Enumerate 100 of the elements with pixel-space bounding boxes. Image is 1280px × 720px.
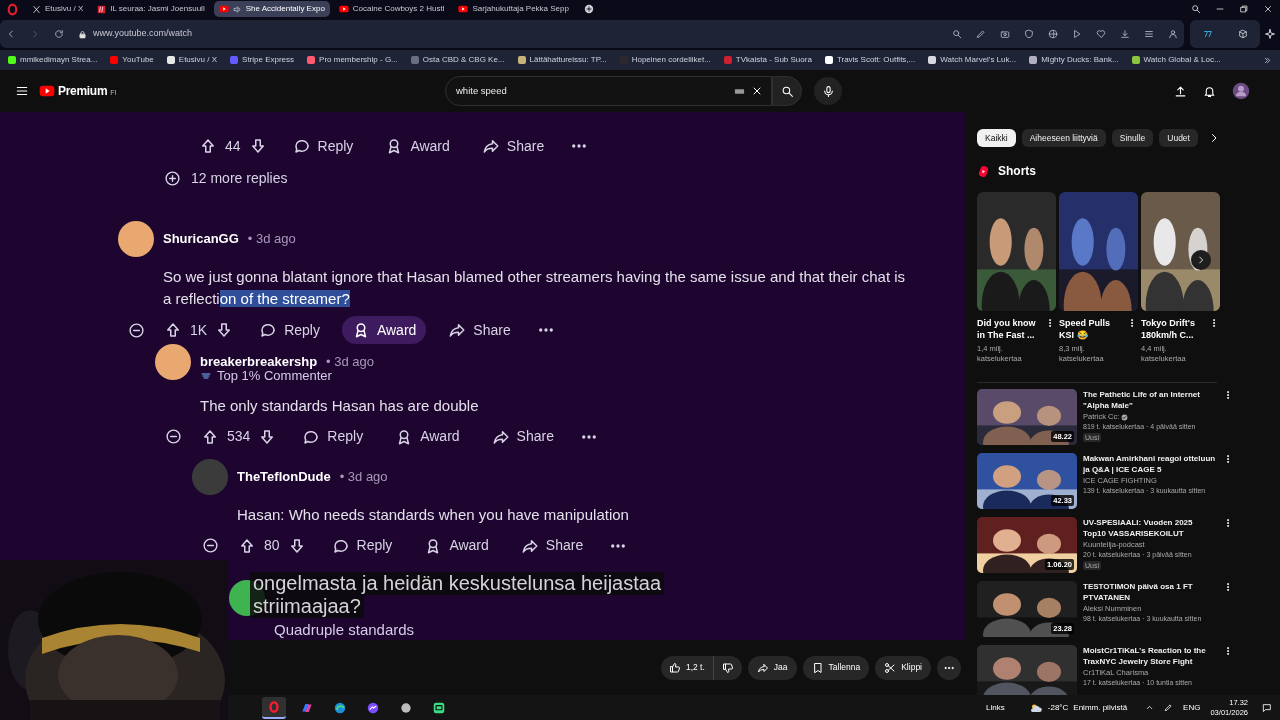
bookmark[interactable]: Watch Marvel's Luk... <box>928 54 1017 66</box>
comment-text: Hasan: Who needs standards when you have manipulation <box>237 504 629 525</box>
filter-chip[interactable]: Aiheeseen liittyviä <box>1021 129 1106 147</box>
bookmark[interactable]: Mighty Ducks: Bank... <box>1029 54 1119 66</box>
username[interactable]: ShuricanGG <box>163 229 239 249</box>
short-title[interactable]: Tokyo Drift's 180km/h C... <box>1141 317 1209 341</box>
edit-icon[interactable] <box>976 29 986 39</box>
video-title[interactable]: The Pathetic Life of an Internet "Alpha Male" <box>1083 389 1217 411</box>
comment-action-button[interactable]: Reply <box>292 422 374 451</box>
video-title[interactable]: MoistCr1TiKaL's Reaction to the TraxNYC Jewelry Store Fight <box>1083 645 1217 667</box>
upvote-icon[interactable] <box>201 427 219 446</box>
language-indicator[interactable]: ENG <box>1183 701 1201 714</box>
upvote-icon[interactable] <box>164 321 182 339</box>
comment-action-button[interactable]: Award <box>385 422 470 451</box>
video-action-button[interactable]: Klippi <box>875 655 931 680</box>
browser-tab[interactable]: Cocaine Cowboys 2 Hustl <box>333 1 450 17</box>
comment-action-button[interactable]: Award <box>341 316 427 344</box>
bookmark[interactable]: Lättähattureissu: TP... <box>517 54 607 66</box>
search-field[interactable]: white speed <box>445 76 772 106</box>
restore-icon[interactable] <box>1239 4 1249 14</box>
expand-icon[interactable] <box>164 169 181 187</box>
bookmark[interactable]: mmikedimayn Strea... <box>8 54 98 66</box>
comment-action-button[interactable]: Reply <box>249 316 330 344</box>
bookmark[interactable]: YouTube <box>110 54 154 66</box>
short-title[interactable]: Did you know in The Fast ... <box>977 317 1045 341</box>
username[interactable]: TheTeflonDude <box>237 466 331 487</box>
username[interactable]: breakerbreakershp <box>200 352 318 372</box>
voice-search-button[interactable] <box>814 77 842 105</box>
bookmark[interactable]: Osta CBD & CBG Ke... <box>410 54 505 66</box>
comment-action-button[interactable]: Reply <box>282 132 364 160</box>
browser-tab[interactable]: Etusivu / X <box>27 1 89 17</box>
speaker-icon[interactable] <box>232 4 242 14</box>
url-text[interactable]: www.youtube.com/watch <box>93 27 193 41</box>
browser-tab[interactable]: Sarjahukuttaja Pekka Sepp <box>453 1 574 17</box>
search-icon[interactable] <box>1191 4 1201 14</box>
person-icon[interactable] <box>1168 29 1178 39</box>
cube-icon[interactable] <box>1237 29 1248 39</box>
close-icon[interactable] <box>1263 4 1273 14</box>
comment-action-button[interactable]: Share <box>481 422 564 451</box>
filter-chip[interactable]: Sinulle <box>1111 129 1154 147</box>
taskbar-app-button[interactable] <box>262 696 286 719</box>
zoom-icon[interactable] <box>952 29 962 39</box>
bookmark-icon <box>811 661 824 674</box>
collapse-icon[interactable] <box>127 321 145 339</box>
bookmark[interactable]: Stripe Express <box>230 54 295 66</box>
download-icon[interactable] <box>1120 29 1130 39</box>
camera-icon[interactable] <box>1000 29 1010 39</box>
caret-up-icon[interactable] <box>1145 703 1155 712</box>
comment-action-button[interactable]: Reply <box>321 531 403 560</box>
comment-action-button[interactable]: Award <box>375 132 460 160</box>
new-tab-icon[interactable] <box>583 4 594 14</box>
sparkle-icon[interactable] <box>1264 28 1276 40</box>
vote-count: 1K <box>190 320 208 340</box>
back-icon[interactable] <box>6 29 16 39</box>
reload-icon[interactable] <box>54 29 64 39</box>
bell-icon[interactable] <box>1203 84 1216 98</box>
upvote-icon[interactable] <box>238 536 256 555</box>
filter-chip[interactable]: Kaikki <box>977 129 1016 147</box>
shield-icon[interactable] <box>1024 29 1034 39</box>
bookmark[interactable]: Hopeinen cordelliket... <box>619 54 711 66</box>
clear-icon[interactable] <box>751 85 763 97</box>
play-icon[interactable] <box>1072 29 1082 39</box>
video-title[interactable]: Makwan Amirkhani reagoi otteluun ja Q&A | ICE CAGE 5 <box>1083 453 1217 475</box>
comment-action-button[interactable]: Award <box>414 531 499 560</box>
lock-icon <box>78 29 87 39</box>
collapse-icon[interactable] <box>201 537 219 554</box>
notification-icon[interactable] <box>1262 702 1272 713</box>
globe-icon[interactable] <box>1048 29 1058 39</box>
avatar-icon[interactable] <box>1232 82 1250 100</box>
menu-icon[interactable] <box>1144 29 1154 39</box>
video-title[interactable]: TESTOTIMON päivä osa 1 FT PTVATANEN <box>1083 581 1217 603</box>
more-bookmarks-icon[interactable] <box>1263 55 1272 65</box>
upload-icon[interactable] <box>1174 84 1187 98</box>
extension-icon[interactable] <box>1202 29 1213 39</box>
pen-icon[interactable] <box>1164 703 1174 712</box>
bookmark[interactable]: Pro membership - G... <box>307 54 398 66</box>
menu-icon[interactable] <box>15 84 29 98</box>
comment-action-button[interactable]: Share <box>438 316 521 344</box>
search-button[interactable] <box>772 76 802 106</box>
more-replies-link[interactable]: 12 more replies <box>191 167 288 189</box>
bookmark[interactable]: Watch Global & Loc... <box>1131 54 1221 66</box>
opera-logo-icon[interactable] <box>6 2 19 16</box>
heart-icon[interactable] <box>1096 29 1106 39</box>
filter-chip[interactable]: Uudet <box>1159 129 1198 147</box>
collapse-icon[interactable] <box>164 428 182 445</box>
weather-widget[interactable]: -28°C Enimm. pilvistä <box>1028 700 1128 715</box>
video-action-button[interactable]: Jaa <box>747 655 797 680</box>
video-title[interactable]: UV-SPESIAALI: Vuoden 2025 Top10 VASSARISEKOILUT <box>1083 517 1217 539</box>
bookmark[interactable]: Etusivu / X <box>166 54 218 66</box>
browser-tab[interactable]: IL seuraa: Jasmi Joensuull <box>92 1 210 17</box>
video-action-button[interactable]: Tallenna <box>802 655 870 680</box>
browser-tab[interactable]: She Accidentally Expo <box>213 1 330 17</box>
short-title[interactable]: Speed Pulls KSI 😂 <box>1059 317 1127 341</box>
links-label[interactable]: Links <box>986 701 1005 714</box>
upvote-icon[interactable] <box>199 137 217 155</box>
comment-action-button[interactable]: Share <box>471 132 555 160</box>
bookmark[interactable]: Travis Scott: Outfits,... <box>824 54 916 66</box>
more-button[interactable] <box>937 655 961 680</box>
bookmark[interactable]: TVkaista - Sub Suora <box>723 54 812 66</box>
comment-action-button[interactable]: Share <box>510 531 594 560</box>
